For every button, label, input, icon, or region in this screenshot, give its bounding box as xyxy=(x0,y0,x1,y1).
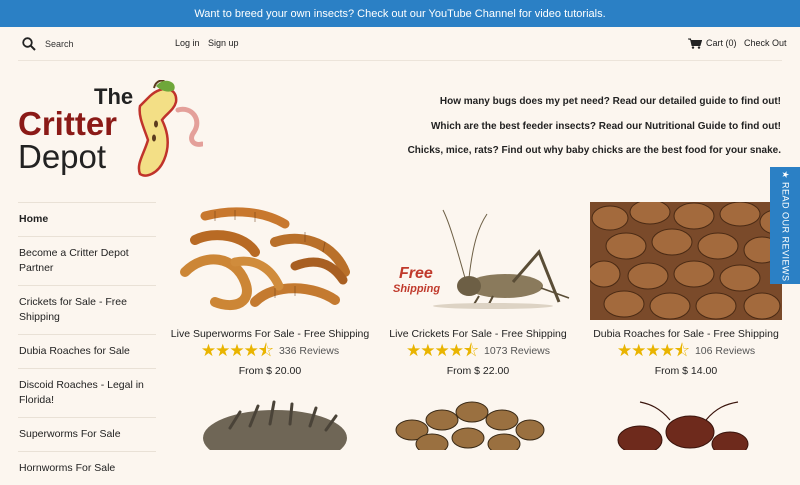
crickets-image[interactable]: Free Shipping xyxy=(383,202,573,320)
header-divider xyxy=(18,60,782,61)
logo-text-critter: Critter xyxy=(18,105,117,142)
sidebar-item-home[interactable]: Home xyxy=(18,202,156,236)
announcement-text[interactable]: Want to breed your own insects? Check ou… xyxy=(194,8,605,20)
sidebar-nav: Home Become a Critter Depot Partner Cric… xyxy=(18,202,156,485)
product-image-partial-2[interactable] xyxy=(392,398,548,450)
promo-feeding-guide[interactable]: How many bugs does my pet need? Read our… xyxy=(440,96,781,107)
free-badge-line2: Shipping xyxy=(393,283,440,295)
product-title[interactable]: Live Superworms For Sale - Free Shipping xyxy=(170,328,370,340)
product-price: From $ 22.00 xyxy=(446,365,510,377)
star-rating: ★★★★⯪ xyxy=(405,341,479,360)
search-input[interactable] xyxy=(45,36,165,52)
product-price: From $ 14.00 xyxy=(654,365,718,377)
sidebar-item-discoid-roaches[interactable]: Discoid Roaches - Legal in Florida! xyxy=(18,368,156,417)
apple-core-icon xyxy=(137,80,203,177)
search-icon[interactable] xyxy=(22,37,36,51)
read-reviews-tab[interactable]: ★ READ OUR REVIEWS xyxy=(770,167,800,284)
product-image-partial-3[interactable] xyxy=(610,398,750,450)
promo-nutritional-guide[interactable]: Which are the best feeder insects? Read … xyxy=(431,121,781,132)
cricket-icon xyxy=(433,209,570,309)
read-reviews-label: ★ READ OUR REVIEWS xyxy=(780,169,791,282)
cart-link[interactable]: Cart (0) xyxy=(706,38,737,48)
sidebar-item-superworms[interactable]: Superworms For Sale xyxy=(18,417,156,451)
product-title[interactable]: Dubia Roaches for Sale - Free Shipping xyxy=(586,328,786,340)
sidebar-item-partner[interactable]: Become a Critter Depot Partner xyxy=(18,236,156,285)
promo-baby-chicks[interactable]: Chicks, mice, rats? Find out why baby ch… xyxy=(408,145,781,156)
review-count[interactable]: 336 Reviews xyxy=(279,345,339,357)
star-rating: ★★★★⯪ xyxy=(616,341,690,360)
checkout-link[interactable]: Check Out xyxy=(744,38,787,48)
cart-icon[interactable] xyxy=(688,38,702,49)
product-card-superworms[interactable]: Live Superworms For Sale - Free Shipping… xyxy=(170,202,370,377)
logo-text-depot: Depot xyxy=(18,138,106,175)
critter-depot-logo[interactable]: The Critter Depot xyxy=(18,80,203,180)
star-rating: ★★★★⯪ xyxy=(200,341,274,360)
review-count[interactable]: 1073 Reviews xyxy=(484,345,550,357)
sidebar-item-dubia-roaches[interactable]: Dubia Roaches for Sale xyxy=(18,334,156,368)
sidebar-item-hornworms[interactable]: Hornworms For Sale xyxy=(18,451,156,485)
dubia-roaches-image[interactable] xyxy=(590,202,782,320)
sidebar-item-crickets[interactable]: Crickets for Sale - Free Shipping xyxy=(18,285,156,334)
product-price: From $ 20.00 xyxy=(238,365,302,377)
signup-link[interactable]: Sign up xyxy=(208,38,239,48)
product-image-partial-1[interactable] xyxy=(200,398,350,450)
review-count[interactable]: 106 Reviews xyxy=(695,345,755,357)
login-link[interactable]: Log in xyxy=(175,38,200,48)
product-card-crickets[interactable]: Free Shipping Live Crickets For Sale - F… xyxy=(378,202,578,377)
product-title[interactable]: Live Crickets For Sale - Free Shipping xyxy=(378,328,578,340)
announcement-bar[interactable]: Want to breed your own insects? Check ou… xyxy=(0,0,800,27)
free-badge-line1: Free xyxy=(399,265,433,282)
superworms-image[interactable] xyxy=(175,202,365,320)
product-card-dubia-roaches[interactable]: Dubia Roaches for Sale - Free Shipping ★… xyxy=(586,202,786,377)
